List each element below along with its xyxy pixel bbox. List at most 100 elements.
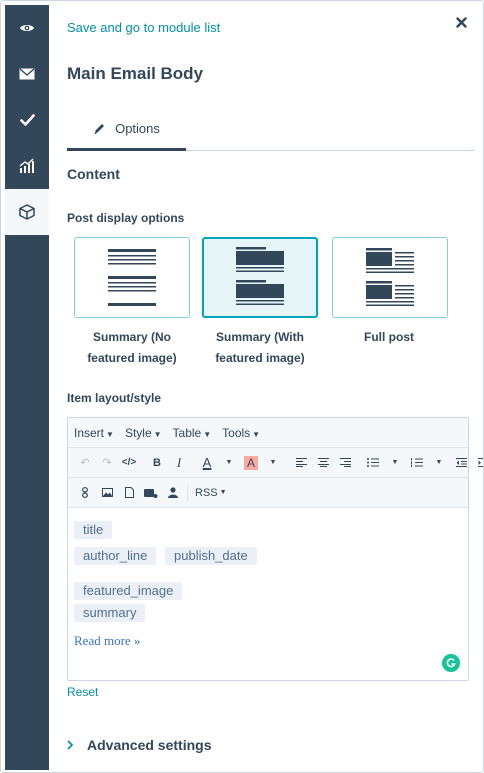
menu-table[interactable]: Table ▼: [173, 426, 212, 440]
sidebar-item-preview[interactable]: [5, 5, 49, 51]
image-icon: [101, 488, 113, 497]
rich-text-editor: Insert ▼ Style ▼ Table ▼ Tools ▼ ↶ ↷ </> B I…: [67, 417, 483, 681]
image-button[interactable]: [96, 482, 118, 504]
align-center-icon: [317, 458, 329, 467]
link-icon: [82, 487, 88, 498]
align-right-button[interactable]: [334, 452, 356, 474]
option-label-line: featured image): [87, 351, 177, 365]
personalize-button[interactable]: [162, 482, 184, 504]
person-icon: [168, 487, 178, 498]
token-title[interactable]: title: [74, 521, 113, 539]
advanced-settings-toggle[interactable]: Advanced settings: [67, 737, 211, 753]
redo-button[interactable]: ↷: [96, 452, 118, 474]
document-button[interactable]: [118, 482, 140, 504]
sidebar-rail: [5, 5, 49, 770]
bullet-list-icon: [367, 458, 379, 467]
tab-options-label: Options: [115, 121, 160, 136]
menu-label: Insert: [74, 425, 105, 440]
sidebar-item-analytics[interactable]: [5, 143, 49, 189]
text-color-button[interactable]: A: [196, 452, 218, 474]
bullet-list-dropdown[interactable]: ▼: [384, 452, 406, 474]
sidebar-item-modules[interactable]: [5, 189, 49, 235]
menu-label: Style: [124, 425, 152, 440]
undo-button[interactable]: ↶: [74, 452, 96, 474]
option-label-line: Full post: [364, 330, 414, 344]
align-left-button[interactable]: [290, 452, 312, 474]
toolbar-divider: [187, 483, 188, 502]
editor-toolbar-insert: RSS ▼: [68, 478, 468, 508]
text-color-dropdown[interactable]: ▼: [218, 452, 240, 474]
module-box-icon: [19, 204, 35, 220]
token-publish-date[interactable]: publish_date: [165, 547, 257, 565]
menu-insert[interactable]: Insert ▼: [74, 426, 114, 440]
token-author-line[interactable]: author_line: [74, 547, 157, 565]
full-post-thumbnail: [366, 247, 414, 306]
bold-button[interactable]: B: [146, 452, 168, 474]
display-option-label-full-post[interactable]: Full post: [319, 327, 459, 348]
align-left-icon: [295, 458, 307, 467]
pencil-icon: [94, 124, 105, 134]
align-right-icon: [339, 458, 351, 467]
indent-button[interactable]: [472, 452, 483, 474]
menu-label: Tools: [222, 425, 251, 440]
link-button[interactable]: [74, 482, 96, 504]
token-featured-image[interactable]: featured_image: [74, 582, 183, 600]
code-icon: </>: [121, 457, 137, 468]
numbered-list-button[interactable]: [406, 452, 428, 474]
advanced-settings-label: Advanced settings: [87, 737, 212, 753]
read-more-link[interactable]: Read more »: [74, 633, 140, 649]
save-and-back-link[interactable]: Save and go to module list: [67, 20, 220, 35]
highlight-color-button[interactable]: A: [240, 452, 262, 474]
source-code-button[interactable]: </>: [118, 452, 140, 474]
caret-down-icon: ▼: [106, 429, 114, 439]
italic-icon: I: [176, 454, 182, 470]
sidebar-item-email[interactable]: [5, 51, 49, 97]
sidebar-item-review[interactable]: [5, 97, 49, 143]
video-button[interactable]: [140, 482, 162, 504]
analytics-icon: [19, 158, 34, 173]
outdent-button[interactable]: [450, 452, 472, 474]
caret-down-icon: ▼: [435, 459, 443, 466]
checkmark-icon: [19, 114, 35, 126]
menu-tools[interactable]: Tools ▼: [222, 426, 260, 440]
grammarly-icon: [446, 658, 456, 668]
numbered-list-icon: [411, 458, 423, 467]
grammarly-button[interactable]: [442, 654, 460, 672]
summary-no-image-thumbnail: [108, 248, 156, 306]
align-center-button[interactable]: [312, 452, 334, 474]
caret-down-icon: ▼: [225, 459, 233, 466]
menu-label: Table: [172, 425, 202, 440]
outdent-icon: [455, 458, 467, 467]
close-button[interactable]: [451, 12, 471, 32]
italic-button[interactable]: I: [168, 452, 190, 474]
document-icon: [124, 487, 134, 498]
highlight-color-dropdown[interactable]: ▼: [262, 452, 284, 474]
option-label-line: featured image): [215, 351, 305, 365]
numbered-list-dropdown[interactable]: ▼: [428, 452, 450, 474]
highlight-color-icon: A: [243, 455, 258, 470]
tab-options[interactable]: Options: [67, 109, 186, 151]
option-label-line: Summary (With: [216, 330, 304, 344]
display-option-summary-no-image[interactable]: [74, 237, 190, 318]
caret-down-icon: ▼: [269, 459, 277, 466]
rss-select[interactable]: RSS ▼: [191, 482, 231, 504]
item-layout-label: Item layout/style: [67, 391, 162, 405]
editor-content-area[interactable]: title author_line publish_date featured_…: [68, 510, 468, 680]
caret-down-icon: ▼: [252, 429, 261, 439]
menu-style[interactable]: Style ▼: [125, 426, 162, 440]
envelope-icon: [19, 68, 35, 80]
display-option-label-summary-with-image[interactable]: Summary (With featured image): [190, 327, 330, 369]
page-title: Main Email Body: [67, 64, 204, 83]
undo-icon: ↶: [80, 457, 90, 469]
rss-select-value: RSS: [195, 486, 218, 499]
module-options-panel: Save and go to module list Main Email Bo…: [49, 5, 483, 768]
section-title-content: Content: [67, 166, 120, 182]
bullet-list-button[interactable]: [362, 452, 384, 474]
reset-link[interactable]: Reset: [67, 685, 98, 699]
display-option-label-summary-no-image[interactable]: Summary (No featured image): [62, 327, 202, 369]
display-option-summary-with-image[interactable]: [202, 237, 318, 318]
token-summary[interactable]: summary: [74, 604, 146, 622]
display-option-full-post[interactable]: [332, 237, 448, 318]
module-editor-panel: Save and go to module list Main Email Bo…: [0, 0, 484, 773]
caret-down-icon: ▼: [219, 489, 227, 496]
